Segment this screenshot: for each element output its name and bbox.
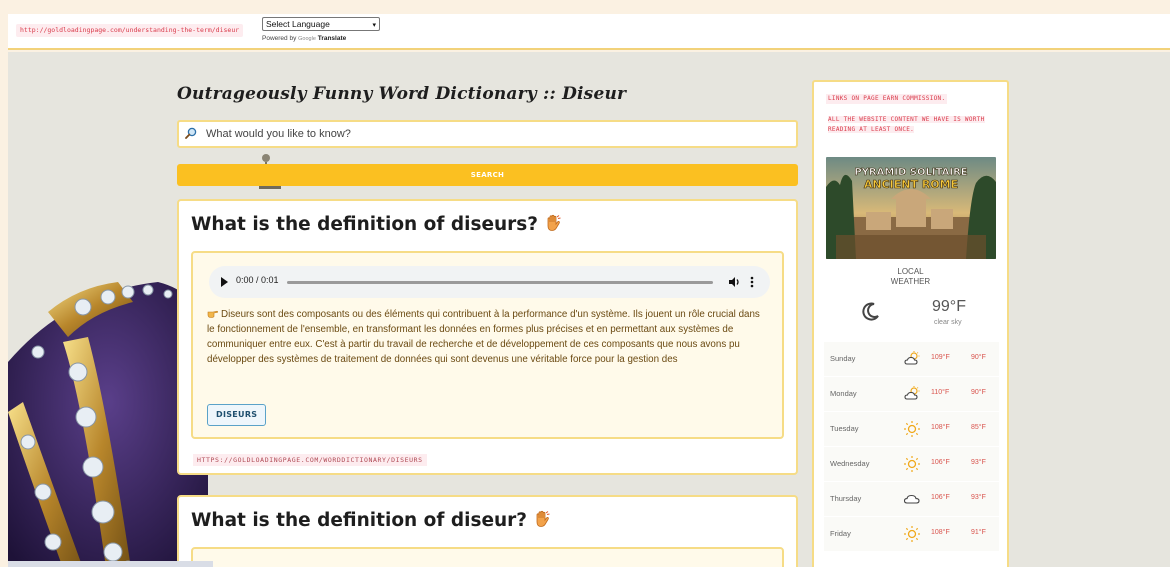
weather-title-line-1: LOCAL: [897, 267, 924, 276]
forecast-row: Friday 108°F 91°F: [824, 517, 999, 552]
translate-link[interactable]: Translate: [318, 35, 347, 42]
cloud-icon: [903, 494, 920, 504]
definition-heading-text: What is the definition of diseurs?: [191, 214, 539, 235]
commission-note: LINKS ON PAGE EARN COMMISSION.: [826, 94, 948, 104]
definition-body: 0:00 / 0:01 Diseurs sont des composants …: [191, 251, 784, 439]
play-icon[interactable]: [221, 277, 228, 287]
raised-hand-emoji-icon: [536, 510, 550, 527]
definition-body: [191, 547, 784, 567]
sun-icon: [904, 456, 920, 472]
definition-card: What is the definition of diseurs? 0:00 …: [177, 199, 798, 475]
weather-title-line-2: WEATHER: [890, 277, 931, 286]
language-select[interactable]: Select Language ▾: [262, 17, 380, 31]
volume-icon[interactable]: [727, 275, 741, 289]
forecast-low: 91°F: [971, 529, 986, 536]
forecast-low: 90°F: [971, 389, 986, 396]
audio-progress-bar[interactable]: [287, 281, 713, 284]
search-icon: [185, 127, 197, 139]
forecast-day: Friday: [830, 529, 851, 538]
forecast-low: 90°F: [971, 354, 986, 361]
raised-hand-emoji-icon: [547, 214, 561, 231]
audio-player[interactable]: 0:00 / 0:01: [209, 266, 770, 298]
forecast-high: 109°F: [931, 354, 950, 361]
word-link[interactable]: HTTPS://GOLDLOADINGPAGE.COM/WORDDICTIONA…: [193, 454, 427, 466]
pointing-hand-emoji-icon: [207, 310, 218, 318]
definition-heading-text: What is the definition of diseur?: [191, 510, 528, 531]
more-options-icon[interactable]: [750, 275, 754, 289]
forecast-high: 110°F: [931, 389, 950, 396]
ad-line-1: PYRAMID SOLITAIRE: [854, 167, 967, 178]
forecast-day: Thursday: [830, 494, 862, 503]
definition-text: Diseurs sont des composants ou des éléme…: [207, 307, 770, 367]
sun-icon: [904, 526, 920, 542]
sidebar: LINKS ON PAGE EARN COMMISSION. ALL THE W…: [812, 80, 1009, 567]
content-note-text: ALL THE WEBSITE CONTENT WE HAVE IS WORTH…: [828, 116, 985, 133]
search-button[interactable]: SEARCH: [177, 164, 798, 186]
forecast-list: Sunday 109°F 90°F Monday 110°F 90°F Tues…: [824, 342, 999, 552]
content-note: ALL THE WEBSITE CONTENT WE HAVE IS WORTH…: [826, 115, 989, 135]
forecast-day: Monday: [830, 389, 857, 398]
audio-time: 0:00 / 0:01: [236, 275, 279, 285]
forecast-day: Wednesday: [830, 459, 870, 468]
page-url[interactable]: http://goldloadingpage.com/understanding…: [16, 24, 244, 37]
forecast-low: 93°F: [971, 459, 986, 466]
forecast-row: Tuesday 108°F 85°F: [824, 412, 999, 447]
powered-by-google-translate: Powered by Google Translate: [262, 35, 346, 42]
sun-icon: [904, 421, 920, 437]
definition-heading: What is the definition of diseur?: [191, 510, 551, 531]
forecast-row: Monday 110°F 90°F: [824, 377, 999, 412]
forecast-high: 106°F: [931, 494, 950, 501]
current-condition: clear sky: [934, 319, 962, 326]
partly-cloudy-icon: [904, 386, 920, 400]
search-input[interactable]: What would you like to know?: [177, 120, 798, 148]
forecast-high: 106°F: [931, 459, 950, 466]
forecast-low: 85°F: [971, 424, 986, 431]
search-placeholder: What would you like to know?: [206, 128, 351, 140]
google-logo: Google: [298, 36, 316, 42]
moon-icon: [862, 302, 879, 321]
current-temperature: 99°F: [932, 298, 966, 315]
ad-line-2: ANCIENT ROME: [864, 178, 958, 191]
page-title: Outrageously Funny Word Dictionary :: Di…: [177, 84, 627, 104]
definition-card: What is the definition of diseur?: [177, 495, 798, 567]
ad-banner[interactable]: PYRAMID SOLITAIRE ANCIENT ROME: [826, 157, 996, 259]
top-bar: http://goldloadingpage.com/understanding…: [8, 14, 1170, 50]
partly-cloudy-icon: [904, 351, 920, 365]
forecast-day: Tuesday: [830, 424, 859, 433]
definition-heading: What is the definition of diseurs?: [191, 214, 562, 235]
status-strip: [8, 561, 213, 567]
definition-description: Diseurs sont des composants ou des éléme…: [207, 309, 760, 365]
forecast-row: Wednesday 106°F 93°F: [824, 447, 999, 482]
chevron-down-icon: ▾: [372, 22, 376, 29]
tag-button[interactable]: DISEURS: [207, 404, 267, 426]
powered-by-label: Powered by: [262, 35, 297, 42]
main-canvas: Outrageously Funny Word Dictionary :: Di…: [8, 52, 1170, 567]
forecast-row: Sunday 109°F 90°F: [824, 342, 999, 377]
forecast-high: 108°F: [931, 424, 950, 431]
forecast-row: Thursday 106°F 93°F: [824, 482, 999, 517]
forecast-low: 93°F: [971, 494, 986, 501]
forecast-day: Sunday: [830, 354, 856, 363]
forecast-high: 108°F: [931, 529, 950, 536]
language-select-value: Select Language: [266, 19, 330, 29]
